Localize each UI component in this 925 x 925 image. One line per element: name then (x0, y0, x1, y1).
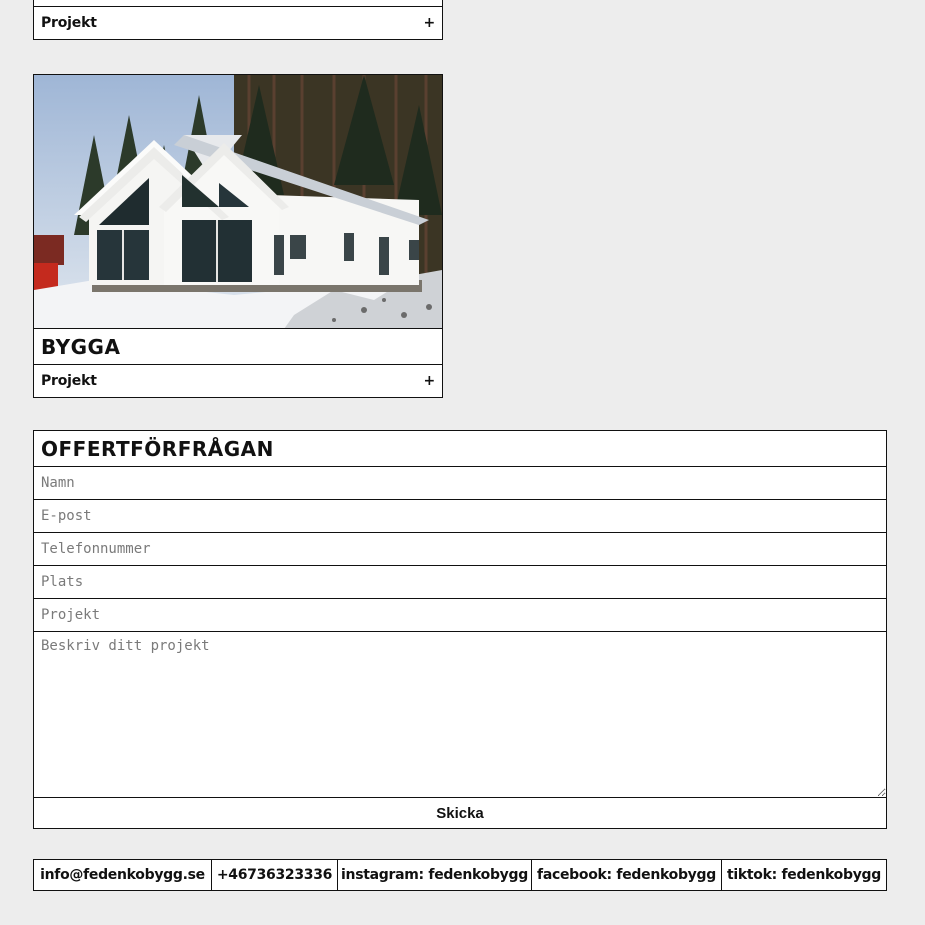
project-card-previous: Projekt + (33, 0, 443, 40)
plus-icon: + (423, 15, 435, 31)
project-card-bygga: BYGGA Projekt + (33, 74, 443, 398)
plus-icon: + (423, 373, 435, 389)
instagram-link[interactable]: instagram: fedenkobygg (338, 860, 532, 890)
footer-contact-bar: info@fedenkobygg.se +46736323336 instagr… (33, 859, 887, 891)
form-title: OFFERTFÖRFRÅGAN (34, 431, 886, 467)
project-toggle-label: Projekt (41, 15, 97, 31)
card-title: BYGGA (34, 329, 442, 365)
name-input[interactable] (34, 467, 886, 500)
facebook-link[interactable]: facebook: fedenkobygg (532, 860, 722, 890)
description-textarea[interactable] (34, 632, 886, 798)
email-input[interactable] (34, 500, 886, 533)
email-link[interactable]: info@fedenkobygg.se (34, 860, 212, 890)
submit-button[interactable]: Skicka (34, 798, 886, 828)
phone-input[interactable] (34, 533, 886, 566)
house-photo (34, 75, 442, 328)
project-toggle[interactable]: Projekt + (34, 365, 442, 397)
tiktok-link[interactable]: tiktok: fedenkobygg (722, 860, 886, 890)
place-input[interactable] (34, 566, 886, 599)
project-toggle-label: Projekt (41, 373, 97, 389)
quote-request-form: OFFERTFÖRFRÅGAN Skicka (33, 430, 887, 829)
card-divider (34, 0, 442, 7)
project-image[interactable] (34, 75, 442, 329)
project-toggle[interactable]: Projekt + (34, 7, 442, 39)
project-input[interactable] (34, 599, 886, 632)
phone-link[interactable]: +46736323336 (212, 860, 338, 890)
